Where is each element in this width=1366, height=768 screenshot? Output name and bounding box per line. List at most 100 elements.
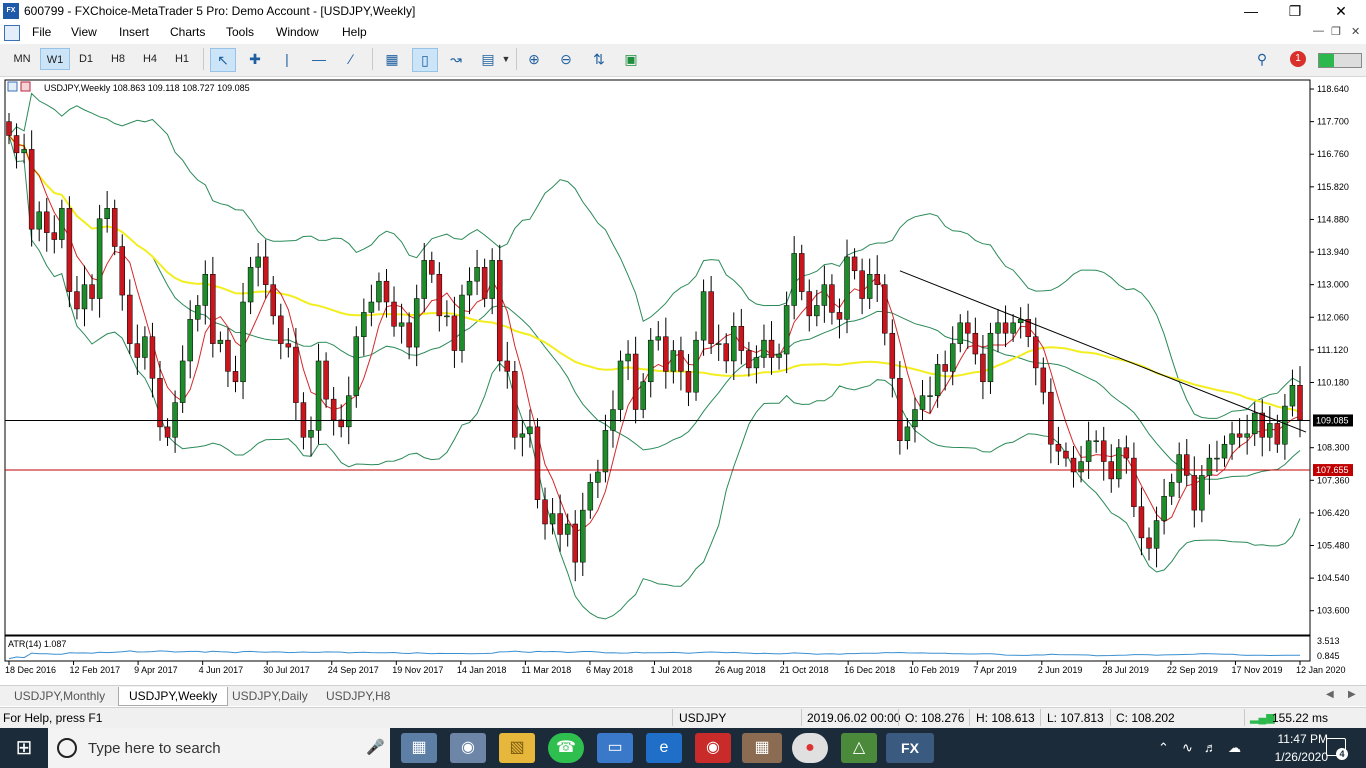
y-tick-label: 113.000 [1317, 280, 1349, 290]
tab-usdjpy-daily[interactable]: USDJPY,Daily [222, 687, 318, 705]
close-button[interactable]: ✕ [1318, 0, 1364, 23]
candle-body [776, 353, 782, 358]
taskbar-app-paint-icon[interactable]: ◉ [450, 733, 486, 763]
candle-body [1282, 405, 1288, 445]
menu-tools[interactable]: Tools [226, 25, 254, 39]
x-tick-label: 24 Sep 2017 [328, 665, 379, 675]
candle-body [1274, 423, 1281, 445]
zoom-in-icon[interactable]: ⊕ [522, 48, 546, 70]
line-chart-icon[interactable]: ↝ [444, 48, 468, 70]
mdi-minimize-button[interactable]: — [1313, 25, 1324, 37]
search-icon[interactable]: ⚲ [1250, 48, 1274, 70]
candle-body [451, 315, 458, 351]
menu-charts[interactable]: Charts [170, 25, 205, 39]
candle-body [919, 395, 926, 410]
timeframe-h8[interactable]: H8 [104, 48, 132, 70]
bar-chart-icon[interactable]: ▦ [380, 48, 404, 70]
price-chart[interactable]: 118.640 117.700 116.760 115.820 114.880 113.9… [4, 79, 1358, 683]
notification-badge[interactable]: 1 [1290, 51, 1306, 67]
tab-scroll-left-icon[interactable]: ◀ [1326, 689, 1334, 700]
timeframe-h1[interactable]: H1 [168, 48, 196, 70]
x-tick-label: 19 Nov 2017 [392, 665, 443, 675]
taskbar-metatrader-icon[interactable]: △ [841, 733, 877, 763]
candle-body [187, 319, 193, 362]
timeframe-d1[interactable]: D1 [72, 48, 100, 70]
maximize-button[interactable]: ❐ [1272, 0, 1318, 23]
chart-shift-icon[interactable]: ▣ [619, 48, 643, 70]
candle-body [1100, 440, 1107, 462]
cursor-icon[interactable]: ↖ [210, 48, 236, 72]
document-icon[interactable] [4, 25, 20, 41]
candle-body [519, 433, 526, 438]
taskbar-media-icon[interactable]: ◉ [695, 733, 731, 763]
candle-body [21, 149, 27, 154]
horizontal-line-icon[interactable]: — [307, 48, 331, 70]
trendline-icon[interactable]: ∕ [339, 48, 363, 70]
onedrive-icon[interactable]: ☁ [1228, 740, 1241, 756]
mdi-restore-button[interactable]: ❐ [1331, 25, 1341, 38]
tab-scroll-right-icon[interactable]: ▶ [1348, 689, 1356, 700]
candle-body [678, 350, 684, 372]
mdi-close-button[interactable]: ✕ [1351, 25, 1360, 38]
candle-body [315, 360, 322, 431]
taskbar-file-explorer-icon[interactable]: ▧ [499, 733, 535, 763]
notification-count-badge[interactable]: 4 [1336, 748, 1348, 760]
zoom-out-icon[interactable]: ⊖ [554, 48, 578, 70]
taskbar-calculator-icon[interactable]: ▦ [742, 733, 782, 763]
y-tick-label: 103.600 [1317, 606, 1350, 616]
chevron-down-icon[interactable]: ▼ [500, 48, 512, 70]
taskbar-internet-explorer-icon[interactable]: e [646, 733, 682, 763]
chart-window[interactable]: 118.640 117.700 116.760 115.820 114.880 113.9… [4, 79, 1358, 683]
candle-body [1123, 447, 1130, 459]
windows-start-icon[interactable]: ⊞ [0, 728, 48, 768]
candle-body [481, 267, 488, 299]
menu-window[interactable]: Window [276, 25, 319, 39]
taskbar-remote-desktop-icon[interactable]: ▭ [597, 733, 633, 763]
tab-usdjpy-monthly[interactable]: USDJPY,Monthly [4, 687, 115, 705]
candle-body [285, 343, 292, 348]
candle-body [821, 284, 828, 306]
chevron-up-icon[interactable]: ⌃ [1158, 740, 1169, 756]
candle-body [889, 332, 896, 379]
taskbar-chrome-icon[interactable]: ● [792, 733, 828, 763]
indicators-icon[interactable]: ▤ [476, 48, 500, 70]
candle-body [225, 339, 231, 372]
taskbar-whatsapp-icon[interactable]: ☎ [548, 733, 584, 763]
tab-usdjpy-weekly[interactable]: USDJPY,Weekly [118, 687, 229, 706]
candle-body [1040, 367, 1047, 393]
menu-file[interactable]: File [32, 25, 51, 39]
vertical-line-icon[interactable]: | [275, 48, 299, 70]
x-tick-label: 14 Jan 2018 [457, 665, 507, 675]
x-tick-label: 2 Jun 2019 [1038, 665, 1083, 675]
menu-view[interactable]: View [71, 25, 97, 39]
candle-body [323, 360, 329, 400]
timeframe-mn[interactable]: MN [8, 48, 36, 70]
candlestick-icon[interactable]: ▯ [412, 48, 438, 72]
autoscroll-icon[interactable]: ⇅ [587, 48, 611, 70]
menu-help[interactable]: Help [342, 25, 367, 39]
taskbar-clock-date[interactable]: 1/26/2020 [1272, 750, 1328, 764]
taskbar-app-files-icon[interactable]: ▦ [401, 733, 437, 763]
status-separator [1244, 709, 1245, 726]
minimize-button[interactable]: — [1228, 0, 1274, 23]
candle-body [1055, 443, 1062, 452]
candle-body [436, 274, 443, 317]
candle-body [496, 260, 503, 362]
timeframe-w1[interactable]: W1 [40, 48, 70, 70]
crosshair-icon[interactable]: ✚ [243, 48, 267, 70]
candle-body [255, 256, 261, 268]
wifi-icon[interactable]: ∿ [1182, 740, 1193, 756]
candle-body [406, 322, 412, 348]
candle-body [6, 121, 12, 136]
taskbar-clock-time[interactable]: 11:47 PM [1272, 732, 1328, 746]
menu-insert[interactable]: Insert [119, 25, 149, 39]
volume-icon[interactable]: ♬ [1204, 740, 1217, 755]
tab-usdjpy-h8[interactable]: USDJPY,H8 [316, 687, 400, 705]
connection-strength-bar [1318, 53, 1362, 68]
taskbar-fxchoice-icon[interactable]: FX [886, 733, 934, 763]
microphone-icon[interactable]: 🎤 [366, 738, 385, 756]
candle-body [1010, 322, 1016, 334]
candle-body [587, 482, 594, 511]
y-tick-label: 117.700 [1317, 117, 1349, 127]
timeframe-h4[interactable]: H4 [136, 48, 164, 70]
